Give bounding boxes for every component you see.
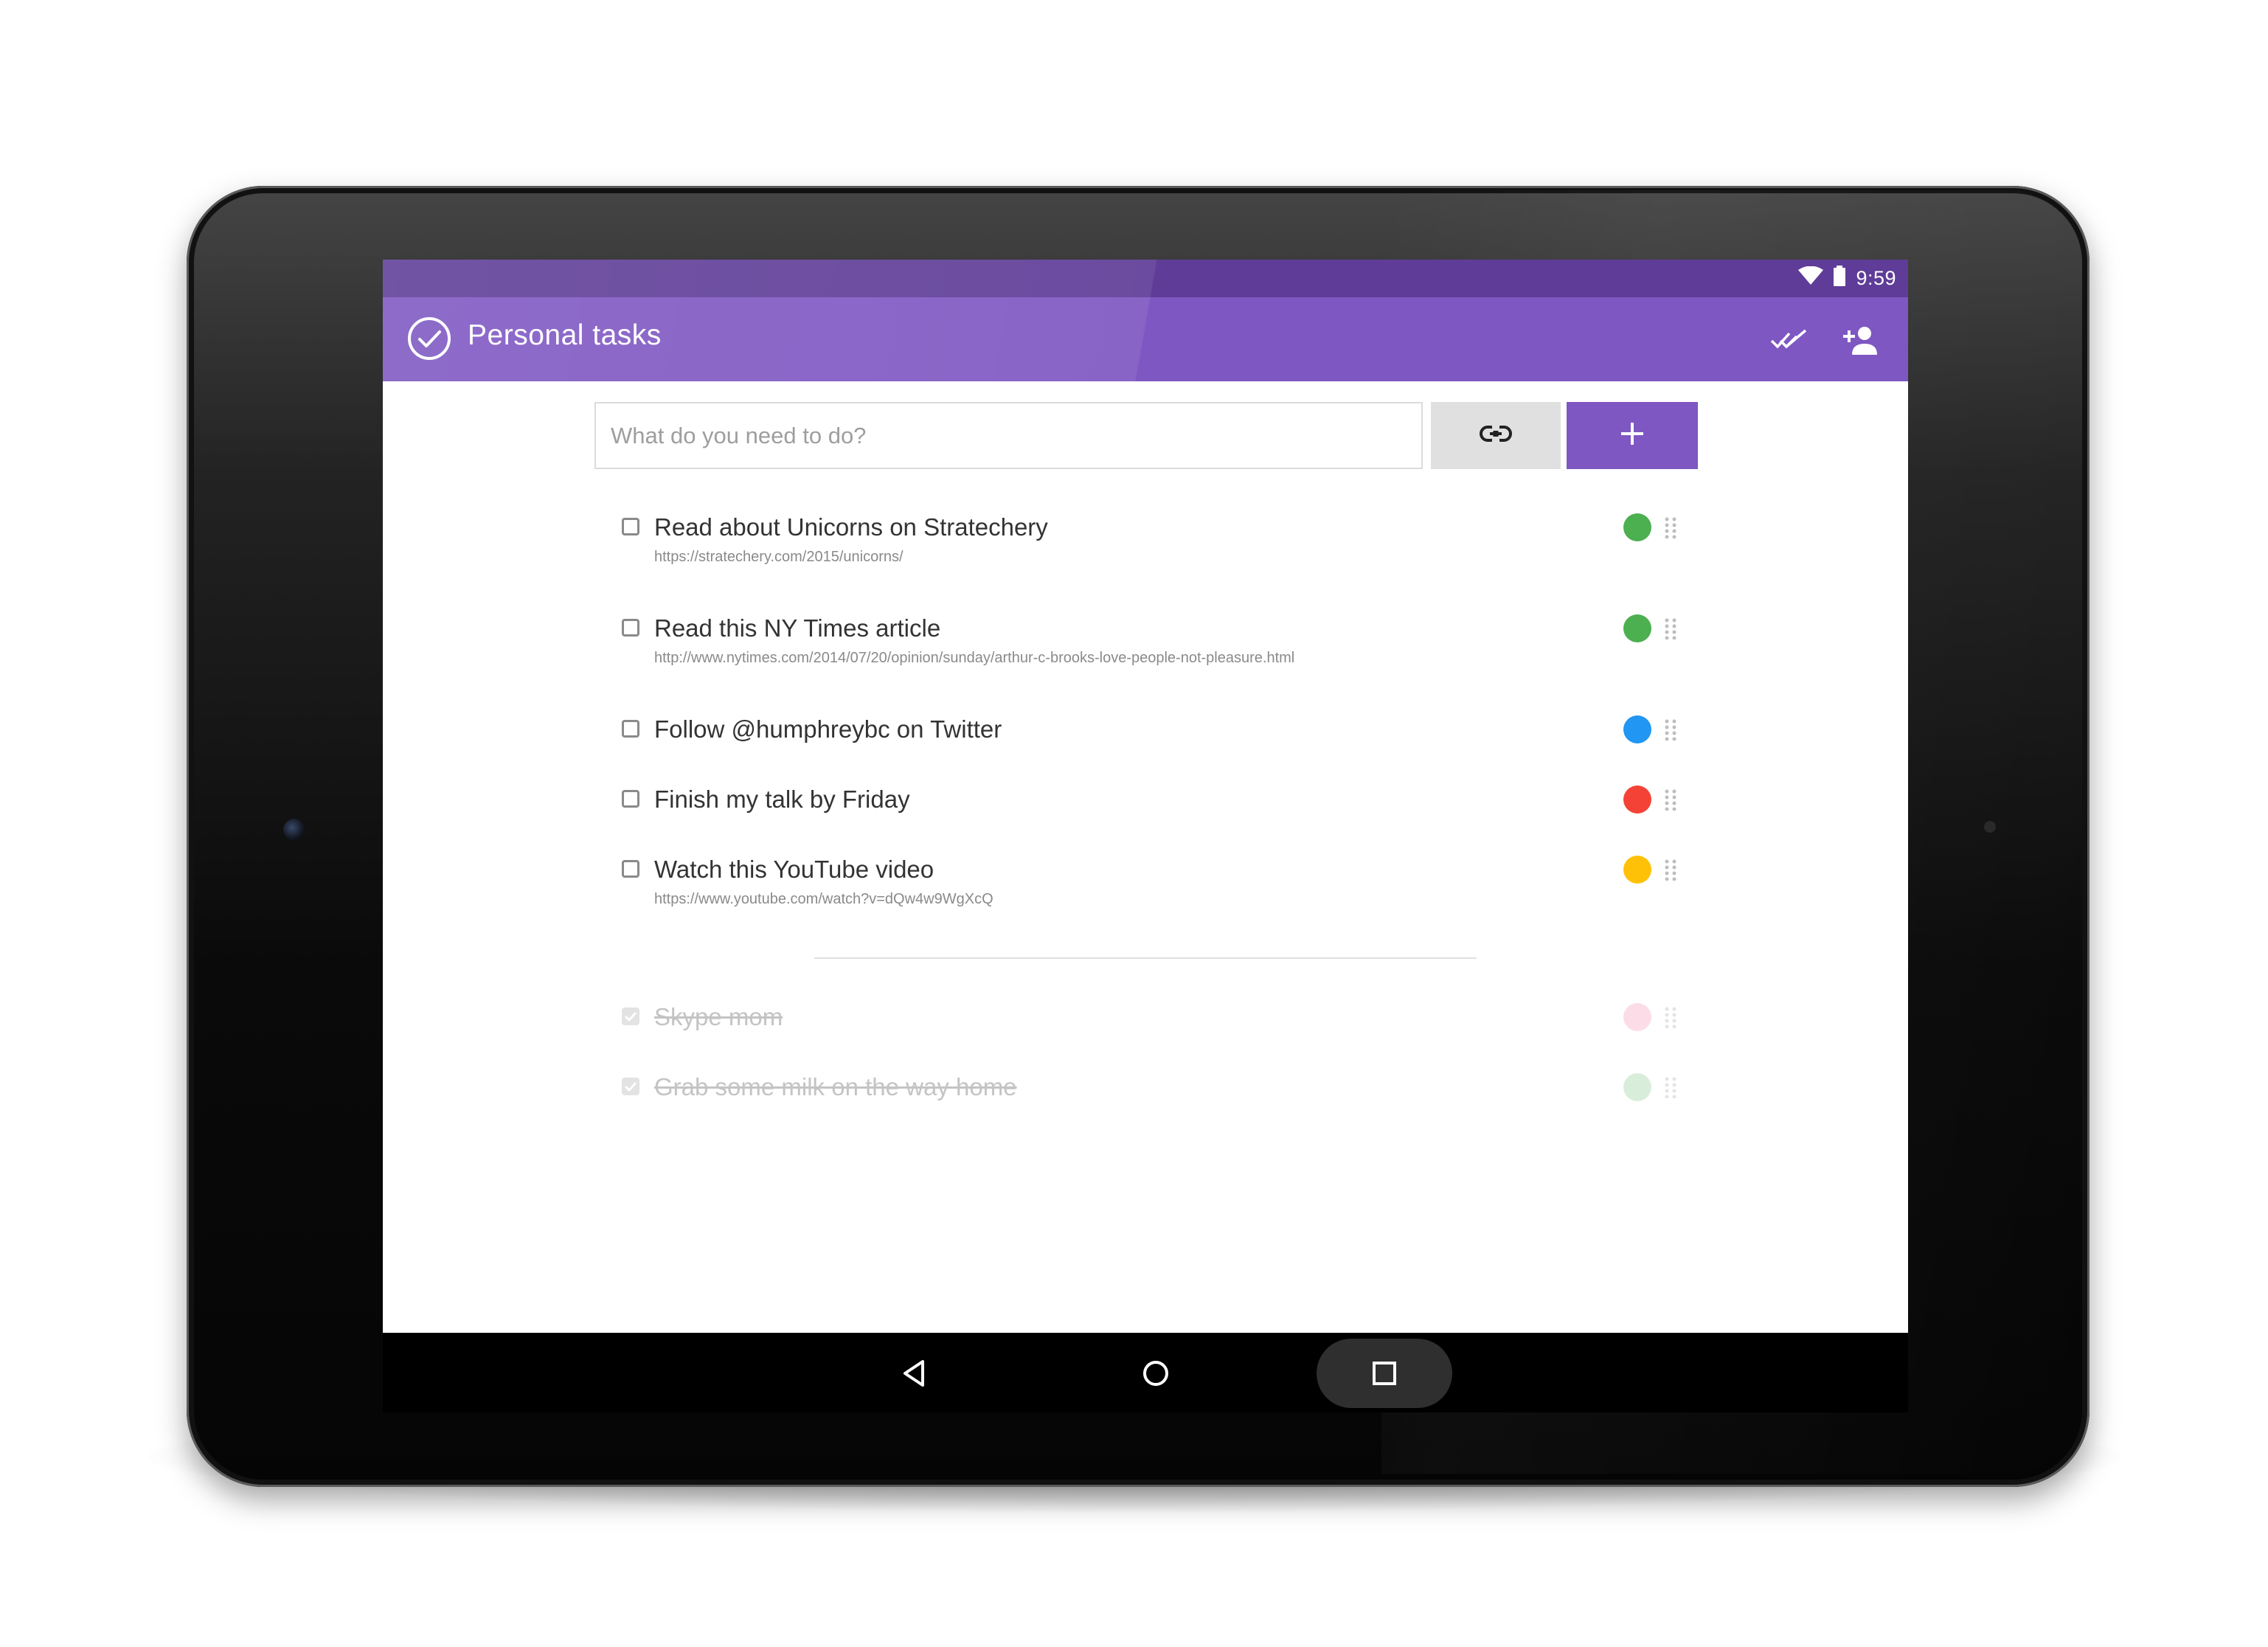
status-bar: 9:59 xyxy=(383,260,1908,297)
checkmark-circle-icon xyxy=(406,316,452,361)
task-color-dot[interactable] xyxy=(1623,856,1651,884)
app-screen: 9:59 Personal tasks What do you need to … xyxy=(383,260,1908,1333)
task-url[interactable]: https://stratechery.com/2015/unicorns/ xyxy=(654,549,904,566)
task-checkbox[interactable] xyxy=(622,860,639,878)
task-checkbox-checked[interactable] xyxy=(622,1078,639,1095)
task-checkbox[interactable] xyxy=(622,790,639,808)
drag-handle-icon[interactable] xyxy=(1665,1076,1676,1099)
new-task-input[interactable] xyxy=(594,402,1423,469)
home-icon[interactable] xyxy=(1112,1339,1200,1408)
drag-handle-icon[interactable] xyxy=(1665,788,1676,811)
clock: 9:59 xyxy=(1856,267,1896,289)
task-title: Follow @humphreybc on Twitter xyxy=(654,715,1002,743)
task-checkbox[interactable] xyxy=(622,619,639,637)
task-checkbox-checked[interactable] xyxy=(622,1008,639,1025)
add-task-button[interactable] xyxy=(1567,402,1698,469)
task-title: Grab some milk on the way home xyxy=(654,1073,1017,1100)
front-camera xyxy=(283,819,305,841)
task-url[interactable]: https://www.youtube.com/watch?v=dQw4w9Wg… xyxy=(654,891,993,908)
completed-divider xyxy=(814,957,1477,959)
battery-icon xyxy=(1834,266,1846,291)
task-color-dot[interactable] xyxy=(1623,1003,1651,1031)
task-checkbox[interactable] xyxy=(622,518,639,535)
back-icon[interactable] xyxy=(870,1339,958,1408)
task-checkbox[interactable] xyxy=(622,720,639,738)
task-title: Skype mom xyxy=(654,1003,783,1030)
drag-handle-icon[interactable] xyxy=(1665,1006,1676,1029)
add-task-bar xyxy=(594,402,1699,471)
done-all-icon[interactable] xyxy=(1768,319,1809,361)
task-url[interactable]: http://www.nytimes.com/2014/07/20/opinio… xyxy=(654,650,1294,667)
task-title: Watch this YouTube video xyxy=(654,856,934,883)
drag-handle-icon[interactable] xyxy=(1665,859,1676,881)
drag-handle-icon[interactable] xyxy=(1665,617,1676,640)
task-color-dot[interactable] xyxy=(1623,513,1651,541)
link-icon xyxy=(1480,426,1512,445)
light-sensor xyxy=(1984,821,1996,833)
recents-icon[interactable] xyxy=(1317,1339,1452,1408)
task-title: Read this NY Times article xyxy=(654,614,941,642)
drag-handle-icon[interactable] xyxy=(1665,718,1676,741)
person-add-icon[interactable] xyxy=(1839,319,1880,361)
task-color-dot[interactable] xyxy=(1623,715,1651,743)
drag-handle-icon[interactable] xyxy=(1665,516,1676,539)
wifi-icon xyxy=(1798,266,1824,291)
page-title: Personal tasks xyxy=(468,319,662,351)
plus-icon xyxy=(1620,421,1645,450)
task-color-dot[interactable] xyxy=(1623,786,1651,814)
task-title: Finish my talk by Friday xyxy=(654,786,910,813)
system-nav-bar xyxy=(383,1333,1908,1412)
attach-link-button[interactable] xyxy=(1431,402,1561,469)
task-title: Read about Unicorns on Stratechery xyxy=(654,513,1048,541)
task-color-dot[interactable] xyxy=(1623,614,1651,642)
task-color-dot[interactable] xyxy=(1623,1073,1651,1101)
app-bar: Personal tasks xyxy=(383,297,1908,381)
